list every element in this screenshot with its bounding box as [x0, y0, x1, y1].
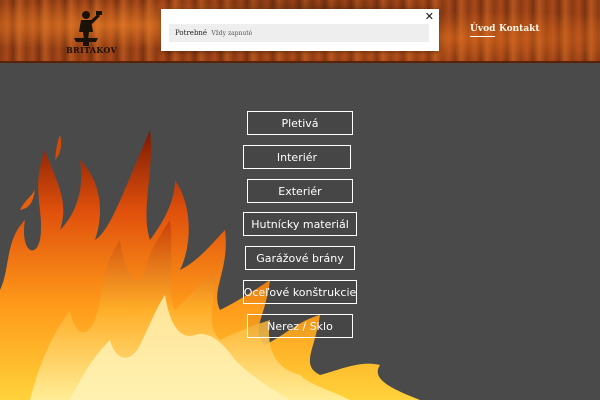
logo-text: BRITAKOV	[66, 45, 118, 55]
fire-image	[0, 130, 420, 400]
consent-category-status: Vždy zapnuté	[211, 30, 253, 37]
close-icon[interactable]: ✕	[425, 10, 434, 23]
menu-button-ocelove-konstrukcie[interactable]: Oceľové konštrukcie	[243, 280, 357, 304]
menu-button-interier[interactable]: Interiér	[243, 145, 351, 169]
menu-button-exterier[interactable]: Exteriér	[247, 179, 353, 203]
menu-button-garazove-brany[interactable]: Garážové brány	[245, 246, 355, 270]
blacksmith-icon	[74, 11, 102, 46]
menu-button-pletiva[interactable]: Pletivá	[247, 111, 353, 135]
menu-button-nerez-sklo[interactable]: Nerez / Sklo	[247, 314, 353, 338]
nav-kontakt[interactable]: Kontakt	[499, 24, 540, 34]
logo[interactable]: BRITAKOV	[66, 8, 118, 56]
consent-category-row[interactable]: Potrebné Vždy zapnuté	[169, 24, 429, 42]
cookie-consent-dialog: ✕ Potrebné Vždy zapnuté	[161, 9, 439, 51]
menu-button-hutnicky-material[interactable]: Hutnícky materiál	[243, 212, 357, 236]
nav-uvod[interactable]: Úvod	[470, 24, 496, 37]
consent-category-label: Potrebné	[175, 29, 208, 37]
